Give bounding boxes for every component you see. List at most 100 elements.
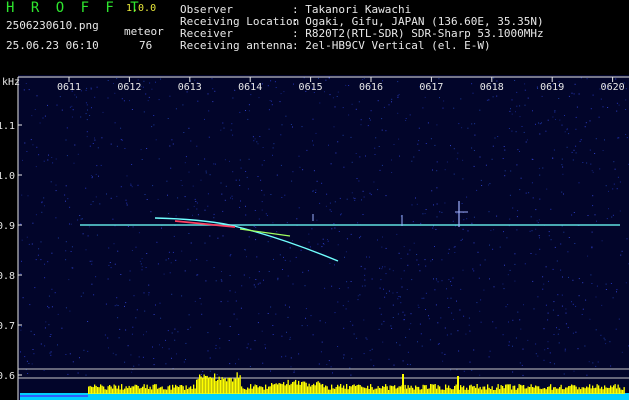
noise-dot (568, 237, 570, 238)
noise-dot (244, 249, 246, 251)
activity-bar (161, 386, 163, 394)
noise-dot (556, 260, 558, 262)
activity-bar (500, 385, 502, 394)
noise-dot (530, 216, 532, 218)
noise-dot (399, 155, 400, 157)
noise-dot (348, 114, 350, 116)
noise-dot (115, 354, 117, 356)
noise-dot (72, 109, 74, 111)
noise-dot (305, 308, 307, 310)
noise-dot (114, 263, 116, 265)
noise-dot (425, 265, 427, 267)
noise-dot (108, 264, 110, 266)
noise-dot (222, 235, 224, 237)
noise-dot (502, 158, 504, 159)
activity-bar (532, 387, 534, 394)
noise-dot (431, 190, 433, 192)
activity-bar (133, 386, 135, 394)
activity-bar (538, 386, 540, 394)
noise-dot (133, 365, 135, 367)
activity-bar (499, 389, 501, 394)
noise-dot (74, 144, 76, 146)
noise-dot (132, 326, 134, 328)
noise-dot (332, 97, 334, 99)
activity-bar (460, 385, 462, 394)
noise-dot (44, 205, 45, 207)
noise-dot (229, 255, 231, 257)
noise-dot (471, 222, 473, 224)
noise-dot (96, 165, 98, 167)
noise-dot (433, 278, 434, 280)
activity-bar (344, 388, 346, 394)
noise-dot (168, 348, 170, 350)
noise-dot (440, 317, 442, 319)
activity-bar (137, 386, 139, 394)
noise-dot (196, 258, 198, 260)
activity-bar (118, 385, 120, 394)
noise-dot (469, 330, 471, 332)
noise-dot (353, 333, 355, 335)
noise-dot (213, 213, 215, 215)
noise-dot (521, 126, 523, 127)
noise-dot (38, 154, 40, 156)
noise-dot (334, 201, 336, 203)
noise-dot (147, 100, 149, 102)
noise-dot (61, 109, 63, 111)
activity-bar (563, 389, 565, 394)
noise-dot (541, 122, 542, 124)
noise-dot (336, 96, 338, 97)
activity-bar (272, 384, 274, 394)
activity-bar (260, 386, 262, 394)
noise-dot (31, 363, 33, 365)
noise-dot (91, 283, 93, 285)
noise-dot (425, 309, 426, 310)
noise-dot (355, 108, 357, 110)
x-tick-label: 0613 (178, 82, 202, 93)
noise-dot (525, 192, 527, 194)
noise-dot (503, 231, 504, 233)
noise-dot (86, 119, 88, 121)
noise-dot (424, 96, 426, 98)
noise-dot (481, 185, 483, 186)
activity-bar (416, 386, 418, 394)
noise-dot (57, 237, 59, 239)
activity-bar (488, 387, 490, 394)
activity-bar (281, 384, 283, 394)
noise-dot (259, 282, 261, 284)
activity-bar (493, 390, 495, 394)
activity-bar (397, 387, 399, 394)
activity-bar (130, 387, 132, 394)
noise-dot (28, 89, 30, 91)
activity-bar (589, 384, 591, 394)
noise-dot (410, 313, 412, 315)
noise-dot (270, 306, 272, 308)
noise-dot (612, 188, 614, 190)
noise-dot (143, 111, 145, 113)
noise-dot (543, 359, 545, 361)
noise-dot (329, 94, 331, 96)
noise-dot (512, 345, 513, 347)
noise-dot (369, 117, 370, 119)
activity-bar (215, 381, 217, 394)
noise-dot (460, 239, 462, 241)
activity-bar (94, 384, 96, 394)
noise-dot (589, 149, 591, 151)
noise-dot (30, 139, 32, 141)
noise-dot (74, 94, 76, 96)
noise-dot (504, 170, 506, 172)
noise-dot (429, 339, 431, 341)
activity-bar (166, 389, 168, 394)
noise-dot (337, 244, 339, 246)
activity-bar (599, 388, 601, 394)
noise-dot (32, 222, 34, 224)
noise-dot (155, 304, 156, 306)
noise-dot (323, 243, 325, 245)
noise-dot (183, 361, 185, 363)
noise-dot (564, 350, 566, 352)
noise-dot (315, 192, 317, 193)
noise-dot (334, 312, 336, 314)
noise-dot (457, 330, 459, 332)
noise-dot (543, 328, 545, 330)
noise-dot (106, 193, 107, 195)
noise-dot (117, 317, 119, 319)
